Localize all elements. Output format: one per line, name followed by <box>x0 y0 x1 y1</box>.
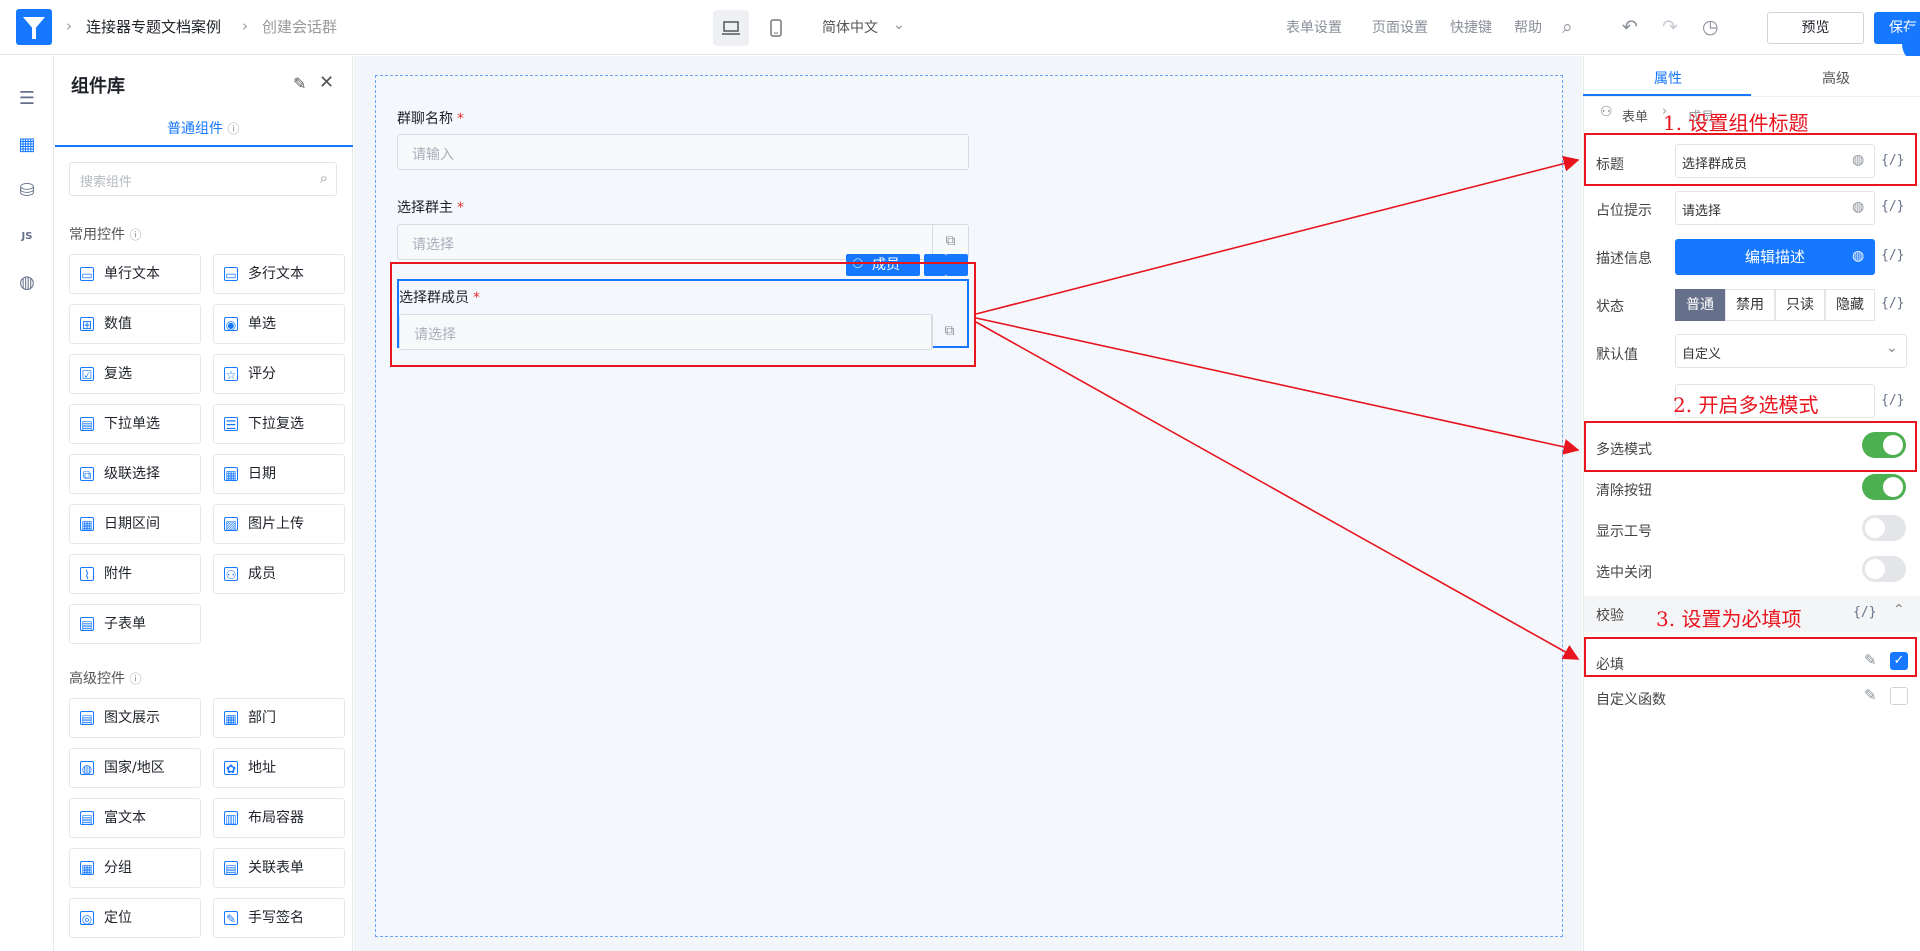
annotation-arrows <box>975 155 1580 660</box>
arrow-to-required <box>975 321 1580 660</box>
arrow-to-title <box>975 155 1580 315</box>
arrow-to-multi <box>975 317 1580 455</box>
